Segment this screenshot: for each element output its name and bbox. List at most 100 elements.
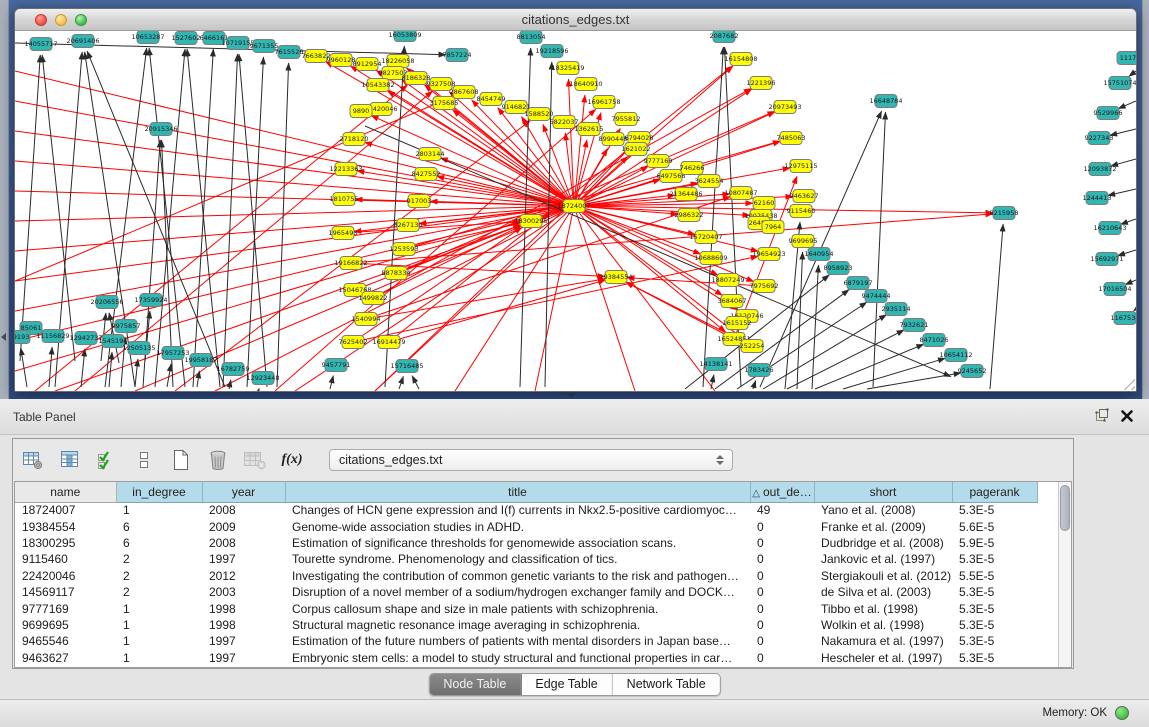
table-cell[interactable]: 0 [750,650,814,666]
float-panel-icon[interactable] [1095,408,1109,427]
graph-node[interactable]: 8878334 [382,267,411,280]
graph-node[interactable]: 2986322 [675,209,704,222]
table-cell[interactable]: 0 [750,568,814,584]
table-cell[interactable]: 5.3E-5 [952,551,1037,567]
graph-node[interactable]: 7857224 [443,49,472,62]
table-cell[interactable]: 0 [750,633,814,649]
table-cell[interactable]: 9115460 [15,551,116,567]
table-cell[interactable]: 9699695 [15,617,116,633]
table-cell[interactable]: 2 [116,584,202,600]
table-cell[interactable]: 1 [116,502,202,518]
table-cell[interactable]: 2 [116,568,202,584]
table-cell[interactable]: Disruption of a novel member of a sodium… [285,584,750,600]
graph-node[interactable]: 16782759 [216,363,249,376]
graph-node[interactable]: 3624554 [695,175,724,188]
table-row[interactable]: 977716911998Corpus callosum shape and si… [15,600,1037,616]
graph-node[interactable]: 16914479 [372,336,405,349]
table-cell[interactable]: 18300295 [15,535,116,551]
graph-node[interactable]: 1621022 [622,143,651,156]
table-cell[interactable]: 2003 [202,584,285,600]
window-titlebar[interactable]: citations_edges.txt [15,9,1136,31]
graph-node[interactable]: 1499822 [359,292,388,305]
graph-node[interactable]: 9777169 [644,155,673,168]
graph-node[interactable]: 7975692 [750,280,779,293]
graph-node[interactable]: 7615526 [275,46,304,59]
table-cell[interactable]: 0 [750,535,814,551]
graph-node[interactable]: 1640954 [805,248,834,261]
table-cell[interactable]: 1998 [202,617,285,633]
column-settings-button[interactable] [21,447,45,473]
graph-node[interactable]: 14055717 [24,38,57,51]
collapse-arrow-icon[interactable] [1,333,6,341]
graph-node[interactable]: 1244413 [1083,192,1112,205]
graph-node[interactable]: 9474444 [862,290,891,303]
graph-node[interactable]: 16961758 [587,96,620,109]
table-row[interactable]: 1830029562008Estimation of significance … [15,535,1037,551]
left-splitter-strip[interactable] [0,0,9,399]
graph-node[interactable]: 1527602 [172,32,201,45]
graph-node[interactable]: 2803144 [416,148,445,161]
graph-node[interactable]: 917003 [407,195,432,208]
table-cell[interactable]: 5.3E-5 [952,650,1037,666]
table-cell[interactable]: 19384554 [15,518,116,534]
graph-node[interactable]: 8215958 [990,207,1019,220]
graph-node[interactable]: 7964 [762,221,784,234]
table-row[interactable]: 946362711997Embryonic stem cells: a mode… [15,650,1037,666]
table-cell[interactable]: Corpus callosum shape and size in male p… [285,600,750,616]
graph-node[interactable]: 7485063 [777,132,806,145]
graph-node[interactable]: 8813054 [517,31,546,44]
table-cell[interactable]: 6 [116,535,202,551]
graph-node[interactable]: 20206556 [90,296,123,309]
table-cell[interactable]: Stergiakouli et al. (2012) [814,568,952,584]
table-cell[interactable]: 5.3E-5 [952,617,1037,633]
import-table-button-disabled[interactable] [243,447,267,473]
graph-node[interactable]: 18325419 [551,62,584,75]
graph-node[interactable]: 3175685 [430,97,459,110]
table-cell[interactable]: 1 [116,617,202,633]
table-cell[interactable]: Estimation of the future numbers of pati… [285,633,750,649]
graph-node[interactable]: 19218596 [535,45,568,58]
graph-node[interactable]: 7625402 [339,336,368,349]
table-cell[interactable]: 2 [116,551,202,567]
table-cell[interactable]: 5.9E-5 [952,535,1037,551]
graph-node[interactable]: 1540994 [352,313,381,326]
graph-node[interactable]: 11156829 [36,330,69,343]
table-cell[interactable]: Nakamura et al. (1997) [814,633,952,649]
table-cell[interactable]: 2008 [202,502,285,518]
graph-node[interactable]: 1167534 [1111,312,1136,325]
graph-node[interactable]: 1221396 [747,77,776,90]
graph-node[interactable]: 16648784 [869,95,902,108]
table-cell[interactable]: 1997 [202,633,285,649]
table-row[interactable]: 946554611997Estimation of the future num… [15,633,1037,649]
table-cell[interactable]: 14569117 [15,584,116,600]
graph-node[interactable]: 16053809 [388,31,421,42]
table-cell[interactable]: Tourette syndrome. Phenomenology and cla… [285,551,750,567]
select-columns-button[interactable] [58,447,82,473]
select-all-rows-button[interactable] [95,447,119,473]
table-cell[interactable]: 1997 [202,551,285,567]
table-cell[interactable]: 2008 [202,535,285,551]
graph-node[interactable]: 39193 [15,331,30,344]
table-cell[interactable]: 5.3E-5 [952,502,1037,518]
graph-node[interactable]: 7955812 [612,113,641,126]
column-header-pagerank[interactable]: pagerank [952,482,1037,502]
splitter-notch-icon[interactable] [566,393,576,398]
table-cell[interactable]: 9777169 [15,600,116,616]
graph-node[interactable]: 746266 [680,162,705,175]
graph-node[interactable]: 252254 [740,340,765,353]
table-cell[interactable]: 5.3E-5 [952,584,1037,600]
tab-network-table[interactable]: Network Table [613,674,720,695]
graph-node[interactable]: 15716485 [390,360,423,373]
new-column-button[interactable] [169,447,193,473]
graph-node[interactable]: 9699695 [789,235,818,248]
scrollbar-thumb[interactable] [1060,485,1070,531]
table-row[interactable]: 1872400712008Changes of HCN gene express… [15,502,1037,518]
close-panel-icon[interactable] [1121,409,1133,427]
table-cell[interactable]: Genome-wide association studies in ADHD. [285,518,750,534]
graph-node[interactable]: 8958923 [824,262,853,275]
network-canvas[interactable]: 1405571720691406106532871527602646616110… [15,31,1136,391]
table-cell[interactable]: 49 [750,502,814,518]
table-cell[interactable]: 9465546 [15,633,116,649]
table-cell[interactable]: 1 [116,633,202,649]
graph-node[interactable]: 18226058 [381,55,414,68]
